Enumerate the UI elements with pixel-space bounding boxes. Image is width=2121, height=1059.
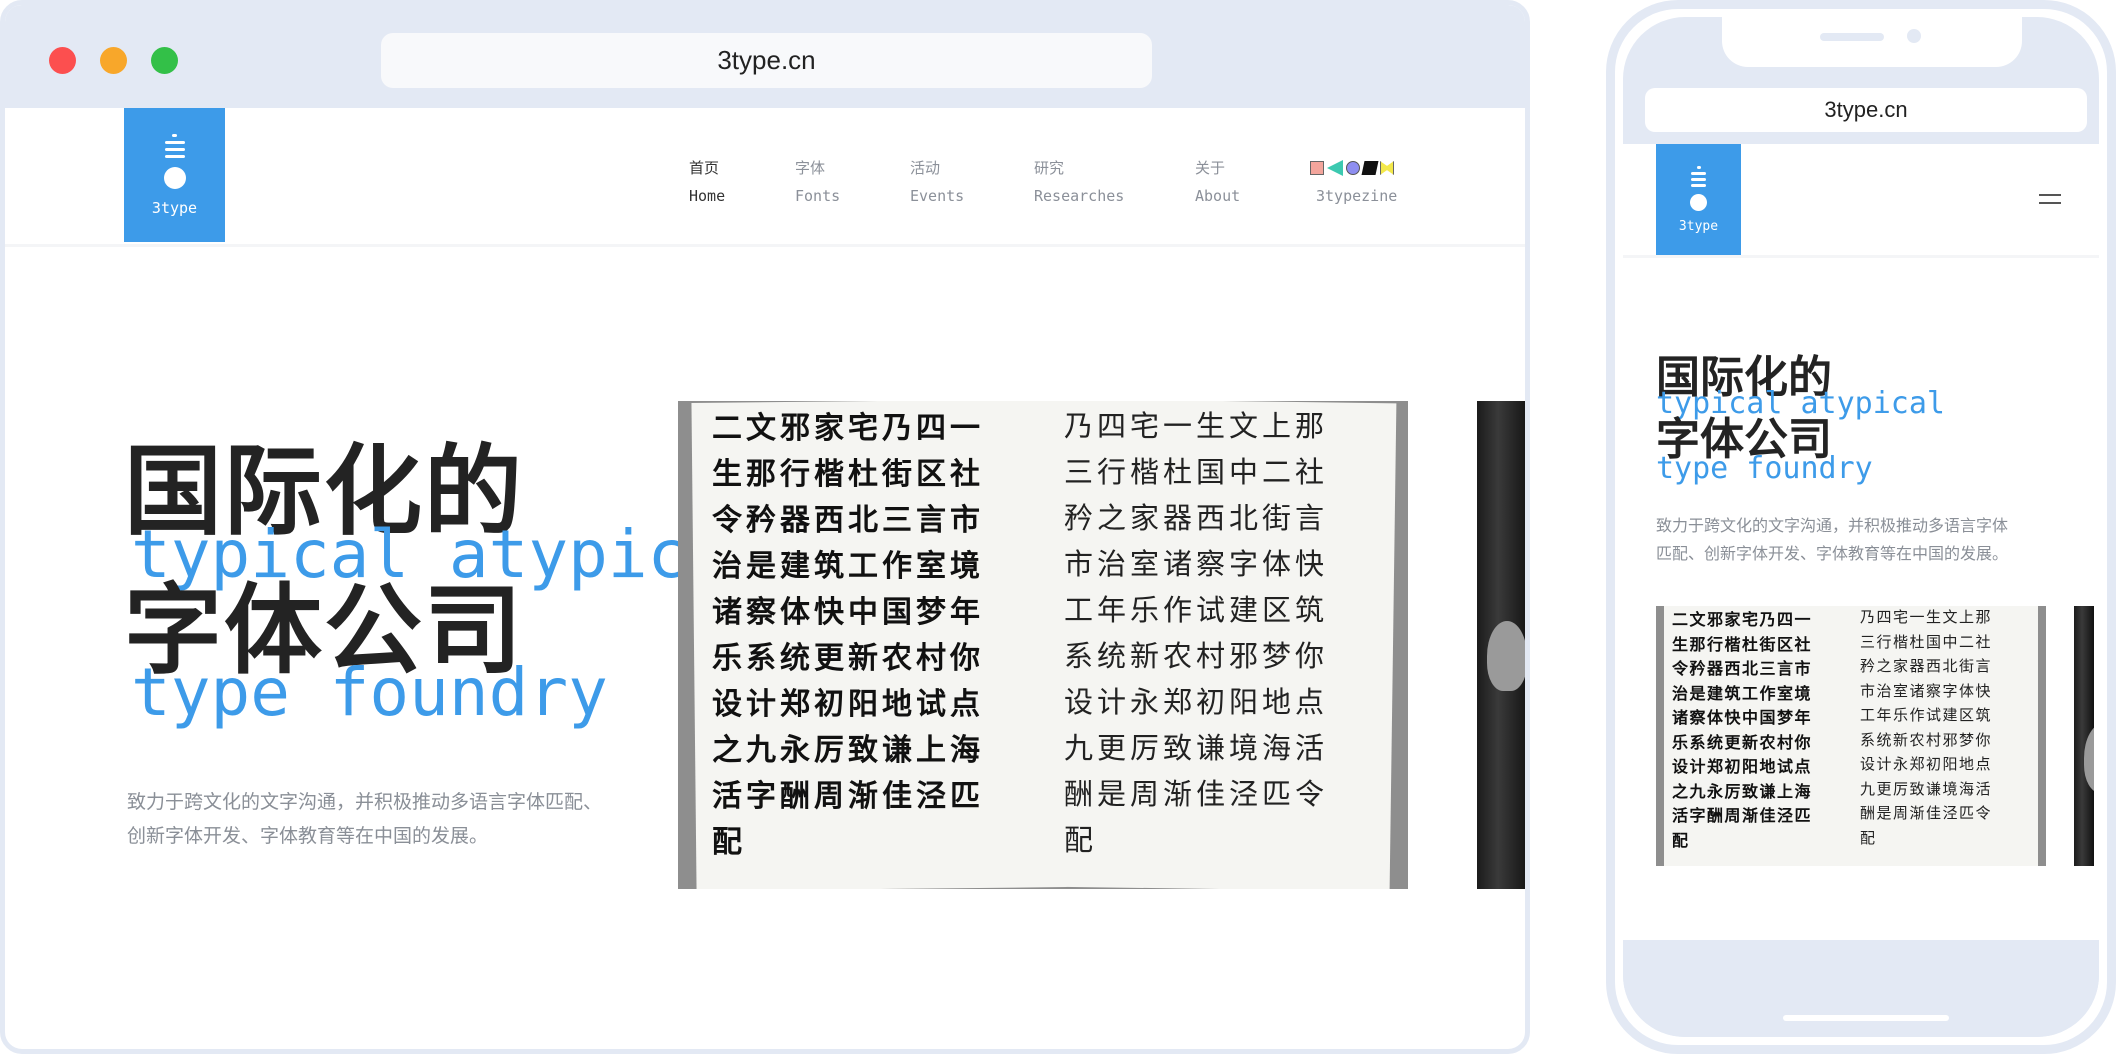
- phone-screen-frame: 3type.cn 3type 国际化的 typical atypical 字体公…: [1623, 17, 2099, 1037]
- specimen-glyph-row: 九更厉致谦境海活: [1860, 779, 1993, 798]
- specimen-glyph-row: 设计永郑初阳地点: [1860, 755, 1993, 773]
- specimen-glyph-row: 设计郑初阳地试点: [712, 687, 984, 722]
- phone-viewport: 3type 国际化的 typical atypical 字体公司 type fo…: [1623, 144, 2099, 940]
- triangle-icon: [1327, 160, 1343, 176]
- specimen-glyph-row: 三行楷杜国中二社: [1860, 632, 1993, 651]
- specimen-glyph-row: 生那行楷杜街区社: [712, 457, 984, 492]
- phone-hero-title-en-line2: type foundry: [1656, 451, 1873, 486]
- specimen-glyph-row: 工年乐作试建区筑: [1860, 706, 1993, 724]
- home-indicator[interactable]: [1783, 1015, 1949, 1021]
- specimen-glyph-row: 设计郑初阳地试点: [1672, 757, 1813, 776]
- specimen-glyph-row: 配: [1672, 830, 1690, 850]
- desktop-browser-mockup: 3type.cn 3type 首页 Home 字体 Fonts 活动 Event…: [0, 0, 1530, 1054]
- hero-description-line: 匹配、创新字体开发、字体教育等在中国的发展。: [1656, 544, 2009, 563]
- specimen-glyph-row: 乃四宅一生文上那: [1860, 608, 1993, 626]
- specimen-glyph-row: 矜之家器西北街言: [1860, 657, 1993, 675]
- hero-description-line: 致力于跨文化的文字沟通，并积极推动多语言字体: [1656, 516, 2009, 535]
- specimen-glyph-row: 治是建筑工作室境: [1672, 683, 1813, 703]
- nav-item-label-en: 3typezine: [1316, 187, 1398, 205]
- camera-icon: [1907, 29, 1921, 43]
- nav-item-label-en: Events: [910, 187, 965, 205]
- parallelogram-icon: [1361, 161, 1379, 175]
- browser-chrome: 3type.cn: [5, 5, 1525, 108]
- site-header: 3type 首页 Home 字体 Fonts 活动 Events 研究 Rese…: [5, 108, 1525, 247]
- logo-mark-icon: [1690, 166, 1707, 211]
- specimen-glyph-row: 治是建筑工作室境: [712, 549, 984, 584]
- main-nav: 首页 Home 字体 Fonts 活动 Events 研究 Researches…: [5, 154, 1525, 214]
- nav-item-3typezine[interactable]: 3typezine: [1310, 154, 1397, 210]
- zine-icons: [1310, 154, 1397, 182]
- nav-item-researches[interactable]: 研究 Researches: [1034, 154, 1124, 210]
- circle-icon: [1346, 161, 1360, 175]
- menu-icon[interactable]: [2039, 194, 2061, 204]
- specimen-glyph-row: 市治室诸察字体快: [1064, 547, 1329, 581]
- hero-title-en-line2: type foundry: [131, 654, 608, 731]
- specimen-glyph-row: 乐系统更新农村你: [712, 641, 984, 676]
- phone-notch: [1722, 17, 2022, 67]
- specimen-glyph-row: 九更厉致谦境海活: [1064, 731, 1329, 765]
- specimen-glyph-row: 配: [1860, 828, 1877, 847]
- specimen-glyph-row: 配: [712, 825, 746, 860]
- specimen-glyph-row: 系统新农村邪梦你: [1860, 730, 1993, 749]
- specimen-glyph-row: 系统新农村邪梦你: [1064, 639, 1329, 673]
- nav-item-label-zh: 关于: [1195, 159, 1226, 177]
- carousel-next-image[interactable]: [1477, 401, 1525, 889]
- hero-description-line: 致力于跨文化的文字沟通，并积极推动多语言字体匹配、: [127, 791, 603, 813]
- phone-hero-description: 致力于跨文化的文字沟通，并积极推动多语言字体 匹配、创新字体开发、字体教育等在中…: [1656, 512, 2056, 568]
- specimen-glyph-row: 二文邪家宅乃四一: [1672, 610, 1813, 629]
- phone-bottom-bar: [1623, 940, 2099, 1037]
- nav-item-label-zh: 活动: [910, 159, 941, 177]
- phone-address-bar[interactable]: 3type.cn: [1645, 88, 2087, 132]
- nav-item-label-zh: 首页: [689, 159, 720, 177]
- specimen-glyph-row: 诸察体快中国梦年: [712, 595, 984, 630]
- speaker-icon: [1820, 33, 1884, 41]
- address-bar[interactable]: 3type.cn: [381, 33, 1152, 88]
- specimen-glyph-row: 矜之家器西北街言: [1064, 501, 1329, 535]
- close-window-button[interactable]: [49, 47, 76, 74]
- nav-item-label-zh: 字体: [795, 159, 826, 177]
- phone-calligraphy-specimen-image[interactable]: 二文邪家宅乃四一 生那行楷杜街区社 令矜器西北三言市 治是建筑工作室境 诸察体快中国梦年…: [1656, 606, 2046, 866]
- phone-carousel-next-image[interactable]: [2074, 606, 2094, 866]
- nav-item-label-zh: 研究: [1034, 159, 1065, 177]
- specimen-glyph-row: 酬是周渐佳泾匹令: [1064, 777, 1329, 811]
- specimen-glyph-row: 之九永厉致谦上海: [1672, 781, 1813, 801]
- nav-item-about[interactable]: 关于 About: [1195, 154, 1240, 210]
- hero-description-line: 创新字体开发、字体教育等在中国的发展。: [127, 825, 489, 847]
- specimen-glyph-row: 诸察体快中国梦年: [1672, 708, 1813, 727]
- maximize-window-button[interactable]: [151, 47, 178, 74]
- specimen-glyph-row: 令矜器西北三言市: [712, 503, 984, 538]
- nav-item-fonts[interactable]: 字体 Fonts: [795, 154, 840, 210]
- specimen-glyph-row: 设计永郑初阳地点: [1064, 685, 1329, 719]
- specimen-glyph-row: 市治室诸察字体快: [1860, 681, 1993, 700]
- nav-item-label-en: Home: [689, 187, 726, 205]
- specimen-glyph-row: 酬是周渐佳泾匹令: [1860, 804, 1993, 822]
- specimen-glyph-row: 二文邪家宅乃四一: [712, 411, 984, 446]
- specimen-glyph-row: 乐系统更新农村你: [1672, 732, 1813, 752]
- header-divider: [1623, 255, 2099, 258]
- specimen-glyph-row: 令矜器西北三言市: [1672, 659, 1813, 678]
- hero-description: 致力于跨文化的文字沟通，并积极推动多语言字体匹配、 创新字体开发、字体教育等在中…: [127, 785, 687, 853]
- nav-item-label-en: Fonts: [795, 187, 841, 205]
- phone-mockup: 3type.cn 3type 国际化的 typical atypical 字体公…: [1606, 0, 2116, 1054]
- bowtie-icon: [1380, 161, 1394, 175]
- specimen-glyph-row: 活字酬周渐佳泾匹: [712, 779, 984, 814]
- specimen-glyph-row: 活字酬周渐佳泾匹: [1672, 806, 1813, 825]
- specimen-glyph-row: 乃四宅一生文上那: [1064, 409, 1329, 443]
- calligraphy-specimen-image[interactable]: 二文邪家宅乃四一 生那行楷杜街区社 令矜器西北三言市 治是建筑工作室境 诸察体快中国梦年…: [678, 401, 1408, 889]
- nav-item-label-en: About: [1195, 187, 1241, 205]
- specimen-glyph-row: 之九永厉致谦上海: [712, 733, 984, 768]
- specimen-glyph-row: 工年乐作试建区筑: [1064, 593, 1329, 627]
- logo-text: 3type: [1678, 219, 1719, 234]
- specimen-glyph-row: 生那行楷杜街区社: [1672, 634, 1813, 654]
- nav-item-label-en: Researches: [1034, 187, 1125, 205]
- square-icon: [1310, 161, 1324, 175]
- nav-item-home[interactable]: 首页 Home: [689, 154, 725, 210]
- specimen-glyph-row: 三行楷杜国中二社: [1064, 455, 1329, 489]
- nav-item-events[interactable]: 活动 Events: [910, 154, 964, 210]
- phone-site-logo[interactable]: 3type: [1656, 144, 1741, 255]
- minimize-window-button[interactable]: [100, 47, 127, 74]
- specimen-glyph-row: 配: [1064, 823, 1098, 857]
